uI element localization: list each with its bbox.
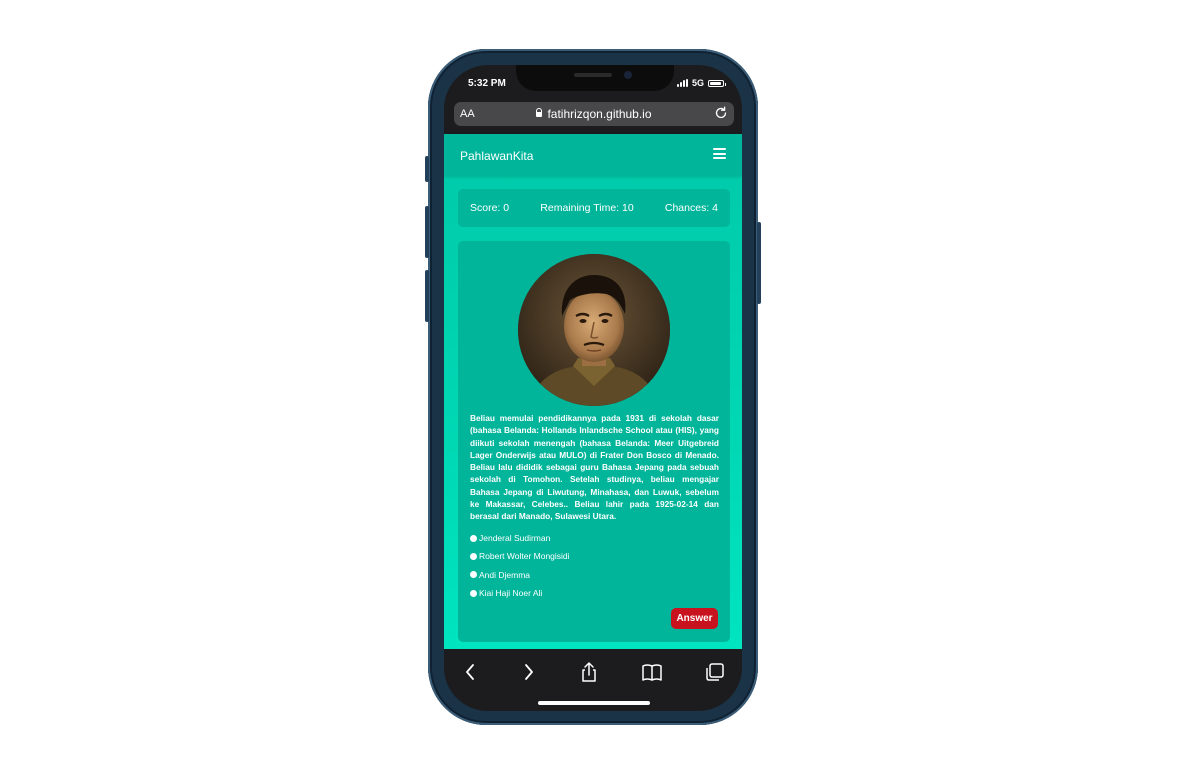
radio-button[interactable] [470, 571, 477, 579]
book-icon[interactable] [641, 661, 663, 683]
lock-icon [536, 108, 543, 117]
option-label: Andi Djemma [479, 569, 531, 580]
power-button [757, 222, 761, 304]
option-4[interactable]: Kiai Haji Noer Ali [470, 584, 570, 602]
chevron-right-icon[interactable] [517, 661, 539, 683]
chevron-left-icon[interactable] [460, 661, 482, 683]
tabs-icon[interactable] [704, 661, 726, 683]
volume-down-button [425, 270, 429, 322]
mute-switch [425, 156, 429, 182]
option-label: Robert Wolter Mongisidi [479, 551, 570, 562]
status-indicators: 5G [676, 78, 726, 88]
home-indicator[interactable] [538, 701, 650, 705]
answer-options: Jenderal Sudirman Robert Wolter Mongisid… [470, 529, 570, 602]
remaining-time-display: Remaining Time: 10 [540, 202, 634, 214]
network-label: 5G [691, 78, 704, 88]
option-1[interactable]: Jenderal Sudirman [470, 529, 570, 547]
option-3[interactable]: Andi Djemma [470, 566, 570, 584]
radio-button[interactable] [470, 534, 477, 542]
front-camera [624, 71, 632, 79]
option-label: Kiai Haji Noer Ali [479, 588, 543, 599]
earpiece-speaker [574, 73, 612, 77]
radio-button[interactable] [470, 589, 477, 597]
option-label: Jenderal Sudirman [479, 533, 551, 544]
battery-icon [708, 79, 726, 87]
hero-portrait [518, 254, 670, 406]
question-card: Beliau memulai pendidikannya pada 1931 d… [458, 241, 730, 642]
url-text: fatihrizqon.github.io [547, 107, 652, 121]
navbar: PahlawanKita [444, 134, 742, 176]
hero-description: Beliau memulai pendidikannya pada 1931 d… [470, 413, 719, 522]
web-page: PahlawanKita Score: 0 Remaining Time: 10… [444, 134, 742, 649]
reload-icon[interactable] [714, 106, 728, 120]
answer-button[interactable]: Answer [671, 608, 718, 629]
notch [516, 65, 674, 91]
share-icon[interactable] [578, 661, 600, 683]
game-stats-bar: Score: 0 Remaining Time: 10 Chances: 4 [458, 189, 730, 227]
phone-screen: 5:32 PM 5G AA fatihrizqon.github.io Pahl… [444, 65, 742, 711]
radio-button[interactable] [470, 552, 477, 560]
option-2[interactable]: Robert Wolter Mongisidi [470, 547, 570, 565]
status-time: 5:32 PM [468, 78, 506, 89]
hamburger-menu-icon[interactable] [713, 148, 726, 159]
brand-link[interactable]: PahlawanKita [460, 149, 533, 163]
chances-display: Chances: 4 [664, 202, 718, 214]
score-display: Score: 0 [470, 202, 510, 214]
address-bar[interactable]: AA fatihrizqon.github.io [454, 102, 734, 126]
url-display[interactable]: fatihrizqon.github.io [454, 107, 734, 121]
signal-icon [676, 79, 688, 87]
volume-up-button [425, 206, 429, 258]
